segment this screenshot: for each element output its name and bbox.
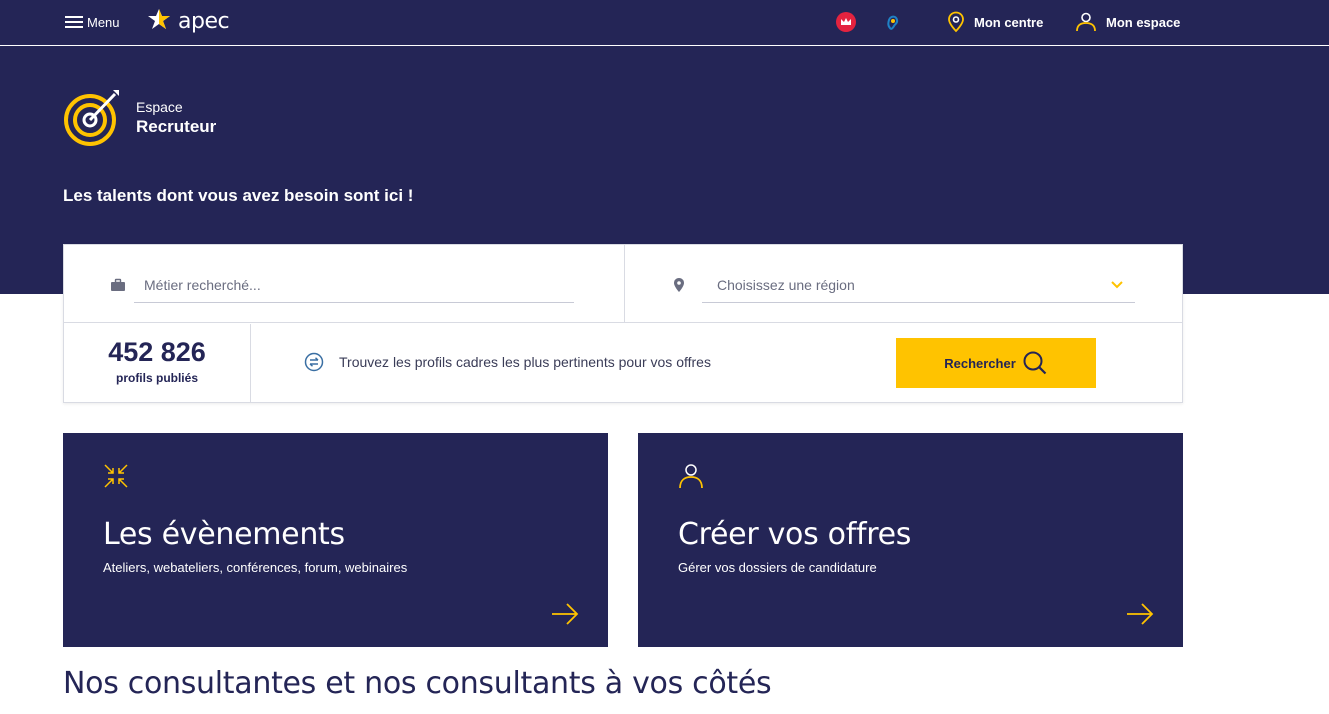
search-icon	[1023, 351, 1047, 375]
arrows-inward-icon	[104, 464, 128, 488]
search-card: Choisissez une région 452 826 profils pu…	[63, 244, 1183, 403]
metier-search-input[interactable]	[134, 276, 574, 293]
arrow-right-icon	[1127, 603, 1154, 625]
profiles-count: 452 826	[108, 337, 206, 367]
apec-logo[interactable]: apec	[146, 7, 230, 35]
apec-star-icon	[148, 9, 170, 29]
profiles-info: Trouvez les profils cadres les plus pert…	[304, 352, 711, 372]
profiles-counter: 452 826 profils publiés	[64, 336, 250, 385]
crown-accessibility-icon[interactable]	[835, 11, 857, 33]
fields-divider	[624, 245, 625, 323]
creer-offres-card[interactable]: Créer vos offres Gérer vos dossiers de c…	[638, 433, 1183, 647]
hamburger-icon	[65, 15, 83, 29]
metier-field[interactable]	[134, 267, 574, 303]
hero-tagline: Les talents dont vous avez besoin sont i…	[63, 186, 414, 205]
ear-accessibility-icon[interactable]	[882, 11, 904, 33]
creer-offres-title: Créer vos offres	[678, 517, 912, 552]
region-select-value: Choisissez une région	[717, 276, 855, 293]
target-icon	[64, 90, 119, 146]
top-navigation-bar: Menu apec Mon centre Mon espace	[0, 0, 1329, 46]
search-fields-row: Choisissez une région	[64, 245, 1182, 323]
exchange-arrows-icon	[304, 352, 324, 372]
mon-espace-link[interactable]: Mon espace	[1075, 10, 1180, 34]
arrow-right-icon	[552, 603, 579, 625]
search-action-row: 452 826 profils publiés Trouvez les prof…	[64, 324, 1182, 403]
user-icon	[679, 464, 703, 489]
menu-label: Menu	[87, 14, 120, 30]
mon-centre-label: Mon centre	[974, 14, 1044, 30]
profiles-count-label: profils publiés	[115, 371, 198, 385]
profiles-info-text: Trouvez les profils cadres les plus pert…	[339, 354, 711, 370]
region-pin-icon	[674, 278, 684, 292]
search-button-label: Rechercher	[944, 355, 1016, 371]
mon-espace-label: Mon espace	[1106, 14, 1181, 30]
evenements-card[interactable]: Les évènements Ateliers, webateliers, co…	[63, 433, 608, 647]
evenements-title: Les évènements	[103, 517, 345, 552]
espace-recruteur-heading: Espace Recruteur	[63, 88, 216, 148]
search-button[interactable]: Rechercher	[896, 338, 1096, 388]
logo-text: apec	[178, 8, 230, 34]
region-select[interactable]: Choisissez une région	[702, 267, 1135, 303]
menu-button[interactable]: Menu	[65, 12, 120, 32]
recruteur-label: Recruteur	[136, 117, 217, 136]
mon-centre-link[interactable]: Mon centre	[947, 10, 1043, 34]
creer-offres-subtitle: Gérer vos dossiers de candidature	[678, 560, 877, 575]
briefcase-icon	[111, 278, 125, 291]
counter-divider	[250, 324, 251, 403]
user-icon	[1076, 12, 1096, 32]
consultants-section-title: Nos consultantes et nos consultants à vo…	[63, 666, 772, 701]
location-pin-icon	[948, 11, 964, 33]
evenements-subtitle: Ateliers, webateliers, conférences, foru…	[103, 560, 408, 575]
chevron-down-icon	[1111, 280, 1123, 288]
espace-label: Espace	[136, 99, 183, 115]
